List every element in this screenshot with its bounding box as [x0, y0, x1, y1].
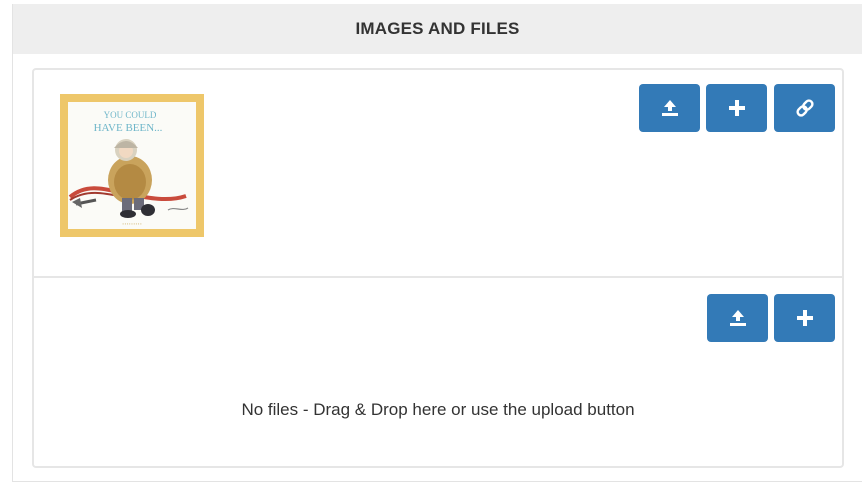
upload-icon [729, 310, 746, 326]
svg-text:▪ ▪ ▪ ▪ ▪ ▪ ▪ ▪ ▪: ▪ ▪ ▪ ▪ ▪ ▪ ▪ ▪ ▪ [123, 222, 142, 226]
cover-title-line2: HAVE BEEN... [94, 122, 163, 134]
upload-icon [661, 100, 678, 116]
image-thumbnail[interactable]: YOU COULD HAVE BEEN... ▪ ▪ ▪ ▪ ▪ ▪ ▪ ▪ ▪ [60, 94, 204, 237]
cover-title-line1: YOU COULD [104, 110, 157, 120]
link-icon [795, 99, 814, 117]
empty-files-message: No files - Drag & Drop here or use the u… [241, 400, 635, 419]
add-image-button[interactable] [706, 84, 767, 132]
link-image-button[interactable] [774, 84, 835, 132]
upload-file-button[interactable] [707, 294, 768, 342]
images-and-files-panel: IMAGES AND FILES YOU COULD HAVE BEEN... [12, 4, 862, 482]
images-section: YOU COULD HAVE BEEN... ▪ ▪ ▪ ▪ ▪ ▪ ▪ ▪ ▪ [32, 68, 844, 280]
files-section: No files - Drag & Drop here or use the u… [32, 276, 844, 468]
panel-header: IMAGES AND FILES [13, 4, 862, 54]
add-file-button[interactable] [774, 294, 835, 342]
upload-image-button[interactable] [639, 84, 700, 132]
panel-title: IMAGES AND FILES [355, 19, 520, 38]
plus-icon [728, 100, 745, 116]
plus-icon [796, 310, 813, 326]
book-cover-illustration: YOU COULD HAVE BEEN... ▪ ▪ ▪ ▪ ▪ ▪ ▪ ▪ ▪ [68, 110, 189, 226]
book-cover-image: YOU COULD HAVE BEEN... ▪ ▪ ▪ ▪ ▪ ▪ ▪ ▪ ▪ [68, 102, 196, 229]
